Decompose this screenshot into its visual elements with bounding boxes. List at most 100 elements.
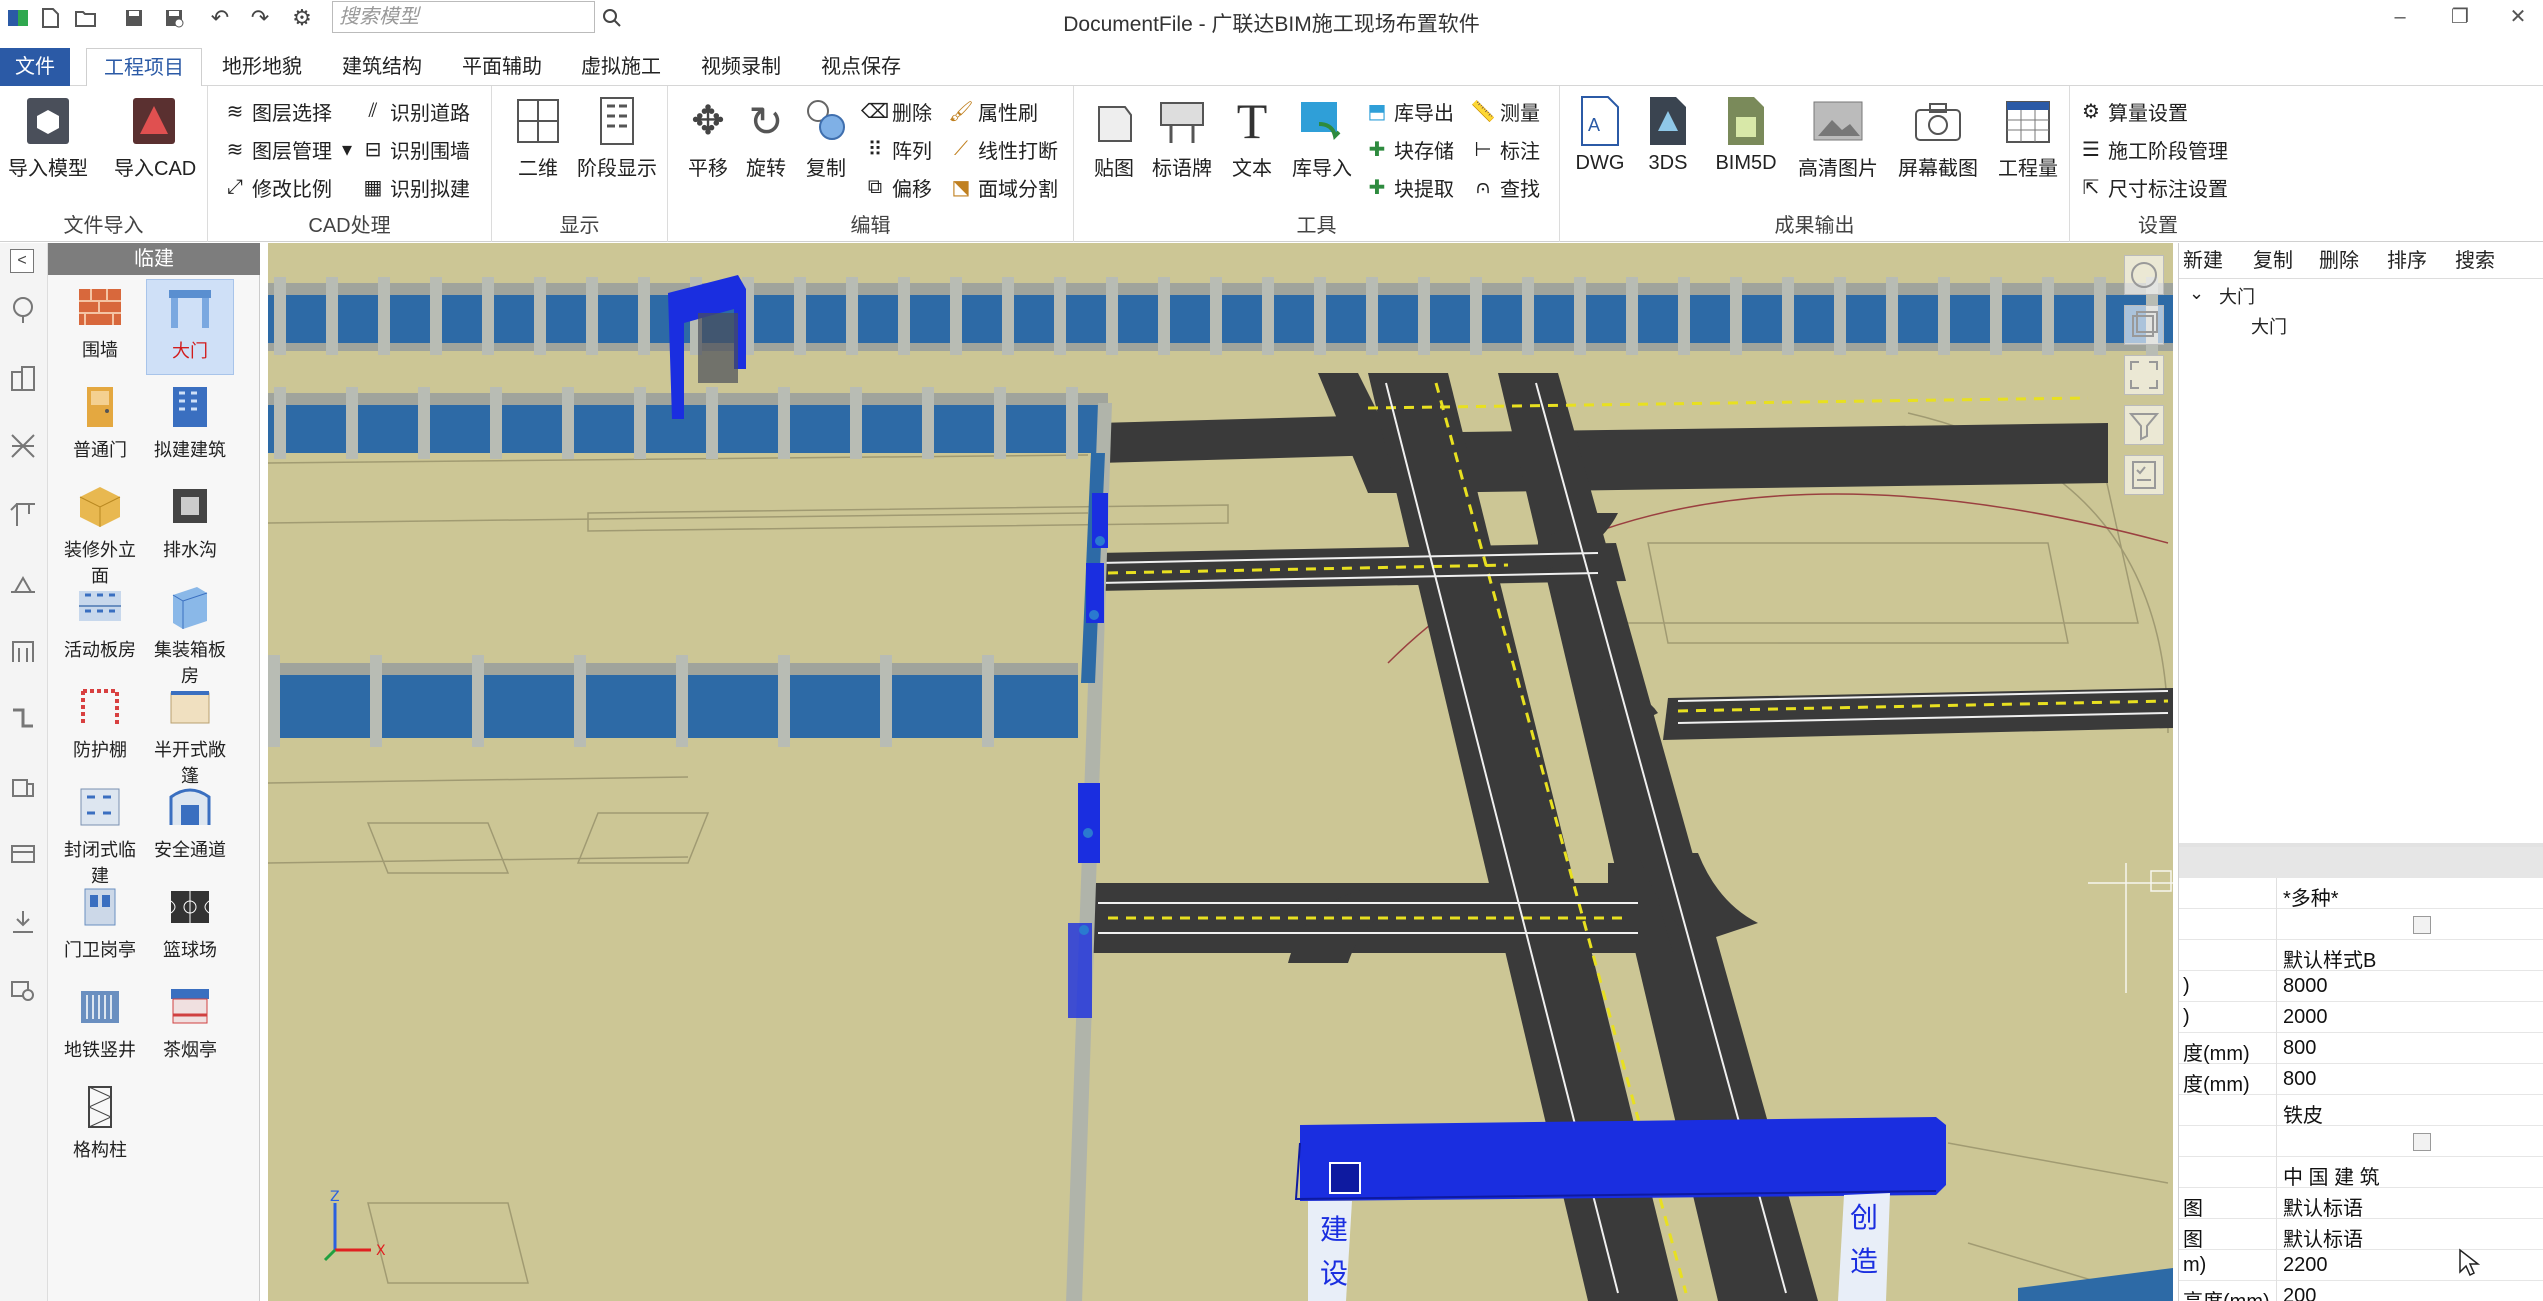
app-logo-icon[interactable] <box>4 4 32 32</box>
dropdown-arrow-icon[interactable]: ▾ <box>342 137 352 162</box>
import-cad-button[interactable]: 导入CAD <box>114 92 196 181</box>
property-row[interactable] <box>2179 909 2543 940</box>
palette-item-normal-door[interactable]: 普通门 <box>56 379 144 475</box>
property-row[interactable]: 度(mm) 800 <box>2179 1064 2543 1096</box>
filter-icon[interactable] <box>2124 405 2164 445</box>
library-import-button[interactable]: 库导入 <box>1282 92 1362 181</box>
redo-icon[interactable]: ↷ <box>246 4 274 32</box>
dimension-settings-button[interactable]: ⇱ 尺寸标注设置 <box>2078 170 2228 204</box>
3d-viewport[interactable]: 建 设 创 造 Z X <box>268 243 2173 1301</box>
property-value[interactable]: 铁皮 <box>2283 1099 2538 1128</box>
property-row[interactable]: 默认样式B <box>2179 940 2543 972</box>
tab-project[interactable]: 工程项目 <box>86 48 202 87</box>
minimize-button[interactable]: – <box>2382 2 2418 32</box>
palette-item-enclosed-temp[interactable]: 封闭式临建 <box>56 779 144 886</box>
new-button[interactable]: 新建 <box>2183 243 2223 279</box>
property-value[interactable]: 800 <box>2283 1037 2538 1060</box>
palette-item-temp-house[interactable]: 活动板房 <box>56 579 144 675</box>
container-icon[interactable] <box>6 837 40 871</box>
palette-item-half-open-canopy[interactable]: 半开式敞篷 <box>146 679 234 786</box>
crane-icon[interactable] <box>6 497 40 531</box>
model-search[interactable] <box>332 1 595 33</box>
two-d-button[interactable]: 二维 <box>498 92 578 181</box>
property-row[interactable]: 图 默认标语 <box>2179 1188 2543 1221</box>
property-row[interactable]: m) 2200 <box>2179 1250 2543 1281</box>
array-button[interactable]: ⠿ 阵列 <box>862 132 932 166</box>
offset-button[interactable]: ⧉ 偏移 <box>862 170 932 204</box>
hd-image-button[interactable]: 高清图片 <box>1790 92 1886 181</box>
tab-video-record[interactable]: 视频录制 <box>691 48 791 86</box>
tab-virtual-construction[interactable]: 虚拟施工 <box>571 48 671 86</box>
restore-button[interactable]: ❐ <box>2442 2 2478 32</box>
block-store-button[interactable]: ✚ 块存储 <box>1364 132 1454 166</box>
tab-file[interactable]: 文件 <box>0 48 70 86</box>
palette-item-gate[interactable]: 大门 <box>146 279 234 375</box>
search-component-button[interactable]: 搜索 <box>2455 243 2495 279</box>
recognize-road-button[interactable]: ⫽ 识别道路 <box>360 94 470 128</box>
checklist-icon[interactable] <box>2124 455 2164 495</box>
property-value[interactable]: 200 <box>2283 1285 2538 1301</box>
tab-plan-aid[interactable]: 平面辅助 <box>452 48 552 86</box>
palette-item-protective-shed[interactable]: 防护棚 <box>56 679 144 775</box>
copy-component-button[interactable]: 复制 <box>2253 243 2293 279</box>
property-row[interactable]: 图 默认标语 <box>2179 1219 2543 1252</box>
pipe-icon[interactable] <box>6 701 40 735</box>
search-input[interactable] <box>333 2 594 32</box>
undo-icon[interactable]: ↶ <box>206 4 234 32</box>
calc-settings-button[interactable]: ⚙ 算量设置 <box>2078 94 2188 128</box>
property-value[interactable]: 默认标语 <box>2283 1192 2538 1221</box>
palette-item-safety-passage[interactable]: 安全通道 <box>146 779 234 875</box>
library-export-button[interactable]: ⬒ 库导出 <box>1364 94 1454 128</box>
property-row[interactable] <box>2179 1126 2543 1157</box>
property-checkbox[interactable] <box>2413 1133 2431 1151</box>
tab-viewpoint-save[interactable]: 视点保存 <box>811 48 911 86</box>
palette-item-facade[interactable]: 装修外立面 <box>56 479 144 586</box>
palette-item-smoking-pavilion[interactable]: 茶烟亭 <box>146 979 234 1075</box>
palette-item-drain[interactable]: 排水沟 <box>146 479 234 575</box>
property-row[interactable]: 高度(mm) 200 <box>2179 1281 2543 1301</box>
property-row[interactable]: 铁皮 <box>2179 1095 2543 1128</box>
tree-root[interactable]: 大门 <box>2219 283 2255 309</box>
property-row[interactable]: 度(mm) 800 <box>2179 1033 2543 1065</box>
block-extract-button[interactable]: ✚ 块提取 <box>1364 170 1454 204</box>
collapse-panel-button[interactable]: < <box>10 249 34 273</box>
threeds-button[interactable]: 3DS <box>1636 92 1700 175</box>
tab-terrain[interactable]: 地形地貌 <box>212 48 312 86</box>
stage-management-button[interactable]: ☰ 施工阶段管理 <box>2078 132 2228 166</box>
palette-item-subway-shaft[interactable]: 地铁竖井 <box>56 979 144 1075</box>
property-value[interactable]: 2200 <box>2283 1254 2538 1277</box>
excavation-icon[interactable] <box>6 565 40 599</box>
measure-button[interactable]: 📏 测量 <box>1470 94 1540 128</box>
layer-select-button[interactable]: ≋ 图层选择 <box>222 94 332 128</box>
layer-view-icon[interactable] <box>2124 305 2164 345</box>
import-model-button[interactable]: 导入模型 <box>8 92 88 181</box>
dwg-button[interactable]: A DWG <box>1568 92 1632 175</box>
find-button[interactable]: ⩀ 查找 <box>1470 170 1540 204</box>
property-row[interactable]: *多种* <box>2179 878 2543 910</box>
property-row[interactable]: 中 国 建 筑 <box>2179 1157 2543 1189</box>
new-file-icon[interactable] <box>36 4 64 32</box>
save-as-icon[interactable] <box>160 4 188 32</box>
modify-scale-button[interactable]: ⤢ 修改比例 <box>222 170 332 204</box>
scene-canvas[interactable]: 建 设 创 造 Z X <box>268 243 2173 1301</box>
quantity-button[interactable]: 工程量 <box>1988 92 2068 181</box>
property-value[interactable]: 默认标语 <box>2283 1223 2538 1252</box>
view-cube-icon[interactable] <box>2124 255 2164 295</box>
open-folder-icon[interactable] <box>72 4 100 32</box>
sort-button[interactable]: 排序 <box>2387 243 2427 279</box>
text-button[interactable]: T 文本 <box>1212 92 1292 181</box>
bim5d-button[interactable]: BIM5D <box>1706 92 1786 175</box>
sign-board-button[interactable]: 标语牌 <box>1142 92 1222 181</box>
palette-item-fence-wall[interactable]: 围墙 <box>56 279 144 375</box>
copy-button[interactable]: 复制 <box>786 92 866 181</box>
delete-button[interactable]: ⌫ 删除 <box>861 94 932 128</box>
close-button[interactable]: ✕ <box>2500 2 2536 32</box>
gear-icon[interactable]: ⚙ <box>288 4 316 32</box>
palette-item-lattice-column[interactable]: 格构柱 <box>56 1079 144 1175</box>
property-value[interactable]: 2000 <box>2283 1006 2538 1029</box>
delete-component-button[interactable]: 删除 <box>2319 243 2359 279</box>
palette-item-container-house[interactable]: 集装箱板房 <box>146 579 234 686</box>
property-checkbox[interactable] <box>2413 916 2431 934</box>
property-brush-button[interactable]: 🖌 属性刷 <box>948 94 1038 128</box>
property-row[interactable]: ) 2000 <box>2179 1002 2543 1033</box>
